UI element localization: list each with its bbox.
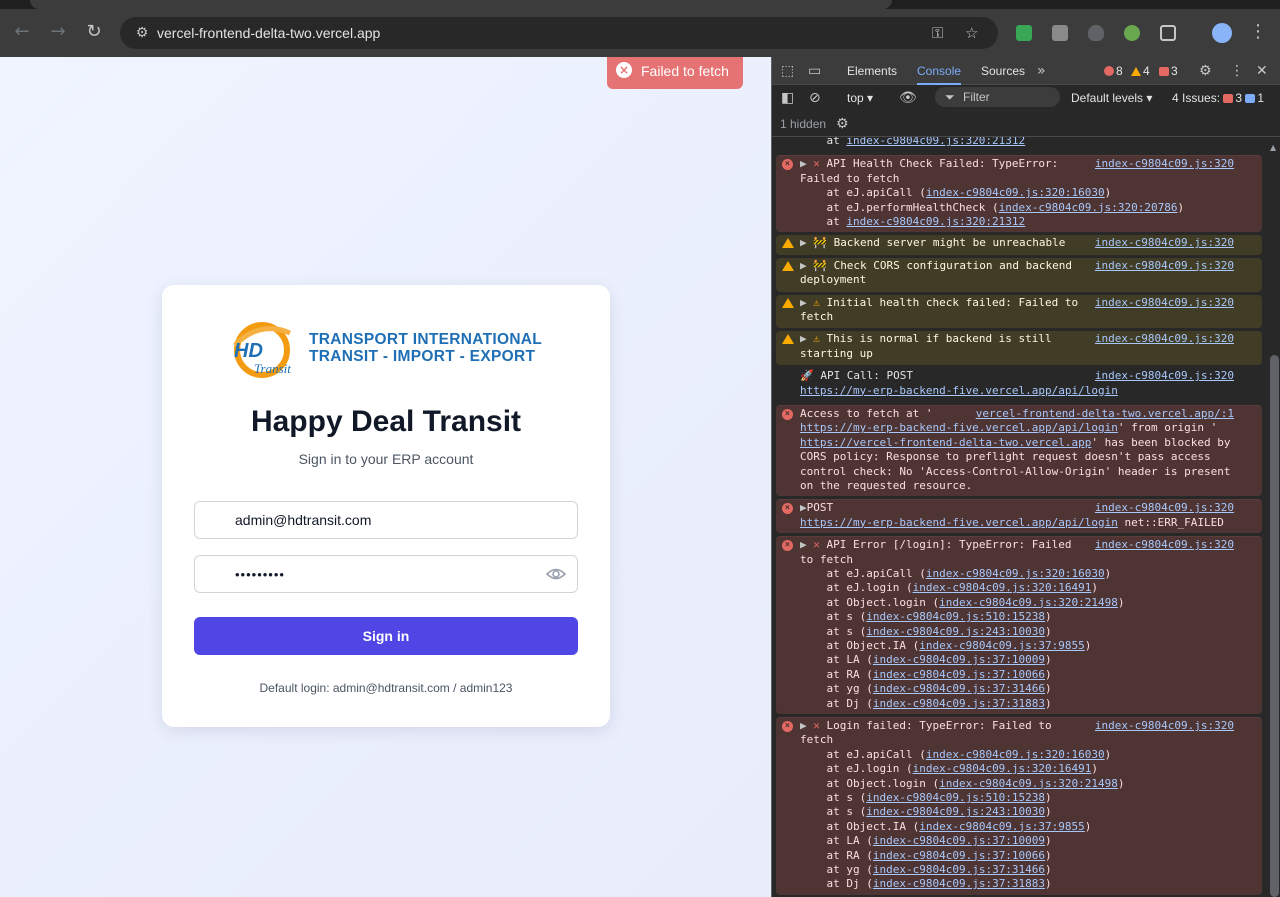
console-message[interactable]: 🚀 API Call: POST index-c9804c09.js:320 ht… (776, 368, 1262, 402)
console-message[interactable]: × ▶ ✕ Login failed: TypeError: Failed to i… (776, 717, 1262, 895)
error-icon: × (782, 721, 793, 732)
login-page: × Failed to fetch HD Transit TRANSPORT I… (0, 57, 771, 897)
email-field[interactable]: admin@hdtransit.com (194, 501, 578, 539)
tab-console[interactable]: Console (917, 57, 962, 85)
devtools-tabbar: ⬚ ▭ Elements Console Sources » 8 4 3 ⚙ ⋮… (772, 57, 1280, 85)
hidden-messages-bar: 1 hidden ⚙ (772, 111, 1280, 137)
hd-transit-logo-icon: HD Transit (233, 322, 291, 378)
warning-icon (782, 238, 794, 249)
scroll-thumb[interactable] (1270, 355, 1279, 897)
warning-icon (1131, 67, 1141, 76)
settings-icon[interactable]: ⚙ (1199, 57, 1212, 85)
close-devtools-icon[interactable]: ✕ (1256, 57, 1268, 85)
console-message[interactable]: at index-c9804c09.js:320:21312 (776, 137, 1262, 152)
profile-icon[interactable] (1212, 23, 1232, 43)
filter-input[interactable]: ⏷ Filter (935, 87, 1060, 107)
device-toolbar-icon[interactable]: ▭ (808, 57, 821, 85)
shield-icon[interactable] (1088, 25, 1104, 41)
issues-count[interactable]: 3 (1159, 57, 1178, 85)
qr-code-icon[interactable] (1052, 25, 1068, 41)
eye-icon[interactable] (545, 564, 567, 584)
extension-icon[interactable] (1124, 25, 1140, 41)
back-icon[interactable]: ← (8, 17, 36, 47)
forward-icon[interactable]: → (44, 17, 72, 47)
devtools-panel: ⬚ ▭ Elements Console Sources » 8 4 3 ⚙ ⋮… (771, 57, 1280, 897)
menu-icon[interactable]: ⋮ (1244, 17, 1272, 47)
console-message[interactable]: ▶ 🚧 Check CORS configuration and backend… (776, 257, 1262, 292)
extension-icon[interactable] (1016, 25, 1032, 41)
issues-link[interactable]: 4 Issues: 3 1 (1172, 85, 1264, 111)
svg-text:Transit: Transit (254, 361, 291, 376)
console-message[interactable]: ▶ ⚠ Initial health check failed: Failed … (776, 294, 1262, 329)
error-icon: × (782, 159, 793, 171)
logo-tagline-2: TRANSIT - IMPORT - EXPORT (309, 348, 536, 365)
error-toast: × Failed to fetch (607, 57, 743, 89)
page-subtitle: Sign in to your ERP account (298, 451, 474, 467)
levels-dropdown[interactable]: Default levels ▾ (1071, 85, 1152, 111)
key-icon[interactable]: ⚿ (932, 17, 943, 49)
site-settings-icon[interactable]: ⚙ (128, 17, 156, 49)
console-message[interactable]: × ▶ ✕ API Error [/login]: TypeError: Fail… (776, 536, 1262, 714)
error-count[interactable]: 8 (1104, 57, 1123, 85)
scroll-up-icon[interactable]: ▲ (1270, 143, 1276, 152)
reload-icon[interactable]: ↻ (80, 17, 108, 47)
console-log: at index-c9804c09.js:320:21312 × ▶ ✕ API H… (772, 137, 1268, 897)
password-value[interactable]: ••••••••• (235, 556, 285, 593)
address-bar[interactable]: ⚙ vercel-frontend-delta-two.vercel.app ⚿… (120, 17, 998, 49)
active-tab[interactable] (30, 0, 892, 9)
warning-icon (782, 297, 794, 308)
inspect-icon[interactable]: ⬚ (781, 57, 794, 85)
error-icon (1104, 66, 1114, 76)
toast-message: Failed to fetch (641, 63, 729, 79)
more-options-icon[interactable]: ⋮ (1230, 57, 1244, 85)
filter-icon: ⏷ (945, 90, 955, 104)
clear-console-icon[interactable]: ⊘ (809, 85, 821, 111)
eye-icon[interactable]: 👁 (899, 85, 917, 111)
console-message[interactable]: ▶ 🚧 Backend server might be unreachable i… (776, 235, 1262, 255)
console-settings-icon[interactable]: ⚙ (836, 111, 849, 137)
logo-tagline-1: TRANSPORT INTERNATIONAL (309, 331, 543, 348)
browser-toolbar: ← → ↻ ⚙ vercel-frontend-delta-two.vercel… (0, 9, 1280, 57)
issue-icon (1223, 94, 1234, 103)
email-value[interactable]: admin@hdtransit.com (235, 502, 371, 539)
console-scrollbar[interactable]: ▲ (1268, 137, 1280, 897)
console-message[interactable]: × ▶ ✕ API Health Check Failed: TypeError:… (776, 155, 1262, 233)
default-login-hint: Default login: admin@hdtransit.com / adm… (259, 681, 513, 695)
error-icon: × (782, 503, 793, 515)
password-field[interactable]: ••••••••• (194, 555, 578, 593)
login-card: HD Transit TRANSPORT INTERNATIONAL TRANS… (162, 285, 610, 727)
tab-elements[interactable]: Elements (847, 57, 897, 85)
url-text[interactable]: vercel-frontend-delta-two.vercel.app (157, 17, 380, 49)
warning-count[interactable]: 4 (1131, 57, 1150, 85)
hidden-count: 1 hidden (780, 117, 827, 131)
sidebar-toggle-icon[interactable]: ◧ (781, 85, 794, 111)
tab-sources[interactable]: Sources (981, 57, 1025, 85)
page-title: Happy Deal Transit (250, 405, 522, 438)
error-icon: × (782, 409, 793, 420)
console-message[interactable]: × Access to fetch at ' vercel-frontend-del… (776, 405, 1262, 497)
console-message[interactable]: × ▶POST index-c9804c09.js:320 https://my-e… (776, 499, 1262, 534)
warning-icon (782, 260, 794, 271)
star-icon[interactable]: ☆ (965, 17, 978, 49)
tab-strip (0, 0, 1280, 9)
info-issue-icon (1245, 94, 1256, 103)
error-icon: × (782, 540, 793, 552)
more-tabs-icon[interactable]: » (1037, 57, 1046, 85)
company-logo: HD Transit TRANSPORT INTERNATIONAL TRANS… (230, 315, 550, 385)
sign-in-button[interactable]: Sign in (194, 617, 578, 655)
console-message[interactable]: ▶ ⚠ This is normal if backend is still in… (776, 331, 1262, 366)
close-icon[interactable]: × (616, 62, 632, 78)
console-toolbar: ◧ ⊘ top ▾ 👁 ⏷ Filter Default levels ▾ 4 … (772, 85, 1280, 111)
issue-icon (1159, 67, 1169, 76)
context-select[interactable]: top ▾ (847, 85, 873, 111)
svg-text:HD: HD (234, 340, 263, 362)
warning-icon (782, 334, 794, 345)
extensions-icon[interactable] (1160, 25, 1176, 41)
